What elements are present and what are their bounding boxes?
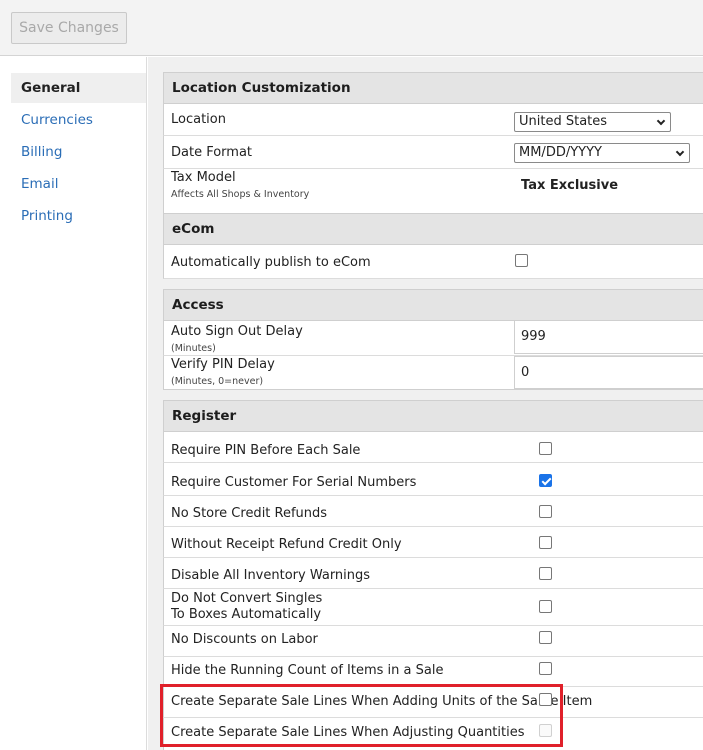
register-row: Create Separate Sale Lines When Adding U… <box>163 687 703 718</box>
location-select-value: United States <box>519 114 608 129</box>
auto-signout-sublabel: (Minutes) <box>171 343 216 354</box>
verify-pin-sublabel: (Minutes, 0=never) <box>171 376 264 387</box>
section-header-ecom: eCom <box>163 213 703 245</box>
register-row: No Discounts on Labor <box>163 626 703 657</box>
sidebar-item-printing[interactable]: Printing <box>11 201 146 231</box>
do-not-convert-singles-checkbox[interactable] <box>539 600 552 613</box>
verify-pin-label: Verify PIN Delay <box>171 357 275 372</box>
register-option-label-line2: To Boxes Automatically <box>171 607 322 622</box>
chevron-down-icon <box>656 116 666 126</box>
ecom-publish-row: Automatically publish to eCom <box>163 245 703 279</box>
location-select[interactable]: United States <box>514 112 671 132</box>
register-row: Require Customer For Serial Numbers <box>163 463 703 496</box>
location-customization-panel: Location Customization Location United S… <box>163 72 703 213</box>
location-label: Location <box>171 112 226 127</box>
tax-model-label: Tax Model <box>171 170 236 185</box>
ecom-panel: eCom Automatically publish to eCom <box>163 213 703 279</box>
register-row: Require PIN Before Each Sale <box>163 432 703 463</box>
register-row: Do Not Convert Singles To Boxes Automati… <box>163 589 703 626</box>
register-row: Create Separate Sale Lines When Adjustin… <box>163 718 703 750</box>
no-discounts-labor-checkbox[interactable] <box>539 631 552 644</box>
location-row: Location United States <box>163 104 703 136</box>
date-format-select[interactable]: MM/DD/YYYY <box>514 143 690 163</box>
top-toolbar: Save Changes <box>0 0 703 56</box>
register-row: Without Receipt Refund Credit Only <box>163 527 703 558</box>
register-row: Hide the Running Count of Items in a Sal… <box>163 657 703 687</box>
hide-running-count-checkbox[interactable] <box>539 662 552 675</box>
register-option-label: Disable All Inventory Warnings <box>171 568 371 583</box>
auto-signout-input[interactable]: 999 <box>514 320 703 354</box>
date-format-select-value: MM/DD/YYYY <box>519 145 602 160</box>
section-header-access: Access <box>163 289 703 321</box>
sidebar-item-billing[interactable]: Billing <box>11 137 146 167</box>
register-option-label-line1: Do Not Convert Singles <box>171 591 323 606</box>
tax-model-row: Tax Model Affects All Shops & Inventory … <box>163 169 703 213</box>
register-option-label: Create Separate Sale Lines When Adding U… <box>171 694 593 709</box>
sidebar-item-currencies[interactable]: Currencies <box>11 105 146 135</box>
register-option-label: Require Customer For Serial Numbers <box>171 475 417 490</box>
verify-pin-row: Verify PIN Delay (Minutes, 0=never) 0 <box>163 356 703 390</box>
register-option-label: Hide the Running Count of Items in a Sal… <box>171 663 444 678</box>
tax-model-sublabel: Affects All Shops & Inventory <box>171 189 310 200</box>
settings-sidebar: General Currencies Billing Email Printin… <box>0 57 147 750</box>
ecom-publish-label: Automatically publish to eCom <box>171 255 371 270</box>
date-format-row: Date Format MM/DD/YYYY <box>163 136 703 169</box>
separate-lines-adjusting-qty-checkbox <box>539 724 552 737</box>
no-store-credit-checkbox[interactable] <box>539 505 552 518</box>
register-option-label: No Store Credit Refunds <box>171 506 328 521</box>
save-changes-button[interactable]: Save Changes <box>11 12 127 44</box>
without-receipt-refund-checkbox[interactable] <box>539 536 552 549</box>
register-option-label: No Discounts on Labor <box>171 632 318 647</box>
disable-inventory-warnings-checkbox[interactable] <box>539 567 552 580</box>
section-header-location-customization: Location Customization <box>163 72 703 104</box>
register-row: No Store Credit Refunds <box>163 496 703 527</box>
require-pin-checkbox[interactable] <box>539 442 552 455</box>
verify-pin-input[interactable]: 0 <box>514 356 703 389</box>
chevron-down-icon <box>675 147 685 157</box>
sidebar-item-general[interactable]: General <box>11 73 146 103</box>
tax-model-value: Tax Exclusive <box>521 178 619 193</box>
register-row: Disable All Inventory Warnings <box>163 558 703 589</box>
auto-signout-row: Auto Sign Out Delay (Minutes) 999 <box>163 320 703 356</box>
register-panel: Register Require PIN Before Each Sale Re… <box>163 400 703 750</box>
separate-lines-adding-units-checkbox[interactable] <box>539 693 552 706</box>
register-option-label: Create Separate Sale Lines When Adjustin… <box>171 725 525 740</box>
access-panel: Access Auto Sign Out Delay (Minutes) 999… <box>163 289 703 390</box>
ecom-publish-checkbox[interactable] <box>515 254 528 267</box>
require-customer-serial-checkbox[interactable] <box>539 474 552 487</box>
register-option-label: Require PIN Before Each Sale <box>171 443 361 458</box>
register-option-label: Without Receipt Refund Credit Only <box>171 537 402 552</box>
auto-signout-label: Auto Sign Out Delay <box>171 324 303 339</box>
sidebar-item-email[interactable]: Email <box>11 169 146 199</box>
date-format-label: Date Format <box>171 145 253 160</box>
section-header-register: Register <box>163 400 703 432</box>
